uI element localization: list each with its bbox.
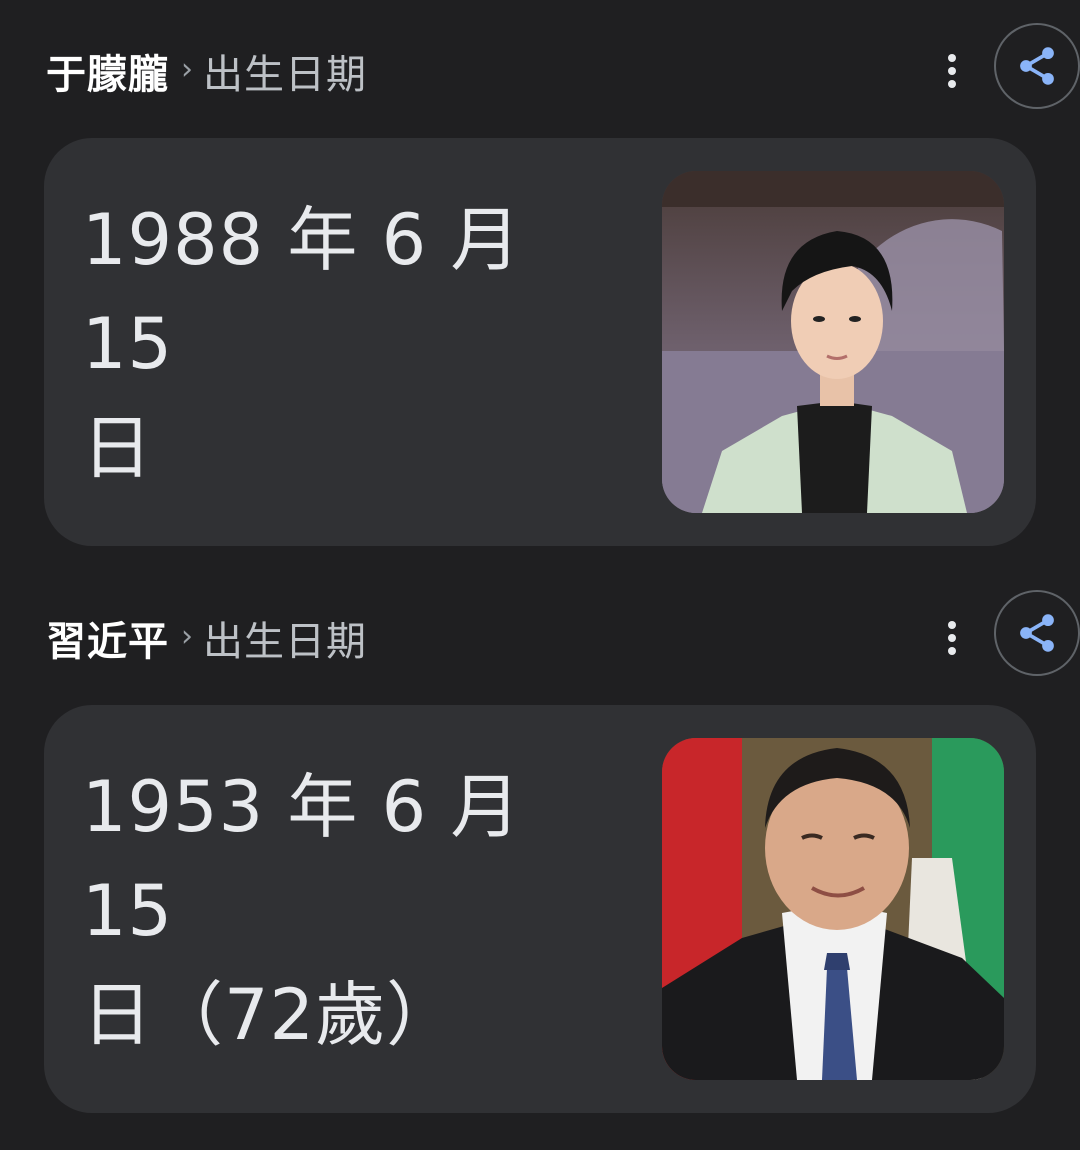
answer-card[interactable]: 1953 年 6 月 15 日（72歲） [44,705,1036,1113]
result-header: 習近平 › 出生日期 [46,590,1080,683]
more-vert-icon [948,621,956,629]
breadcrumb-separator: › [181,618,193,654]
more-vert-icon [948,54,956,62]
share-button[interactable] [994,590,1080,676]
more-options-button[interactable] [934,608,970,668]
breadcrumb-attribute[interactable]: 出生日期 [203,609,367,667]
birth-date-answer: 1988 年 6 月 15 日 [82,188,622,500]
share-button[interactable] [994,23,1080,109]
breadcrumb-entity[interactable]: 于朦朧 [46,42,169,100]
answer-line: 1953 年 6 月 15 [82,766,522,952]
share-icon [1020,614,1054,652]
person-photo[interactable] [662,171,1004,513]
person-photo[interactable] [662,738,1004,1080]
birth-date-answer: 1953 年 6 月 15 日（72歲） [82,755,622,1067]
share-icon [1020,47,1054,85]
more-options-button[interactable] [934,41,970,101]
answer-line: 1988 年 6 月 15 [82,199,522,385]
breadcrumb-attribute[interactable]: 出生日期 [203,42,367,100]
answer-card[interactable]: 1988 年 6 月 15 日 [44,138,1036,546]
answer-line: 日（72歲） [82,974,458,1056]
answer-line: 日 [82,407,153,489]
breadcrumb-separator: › [181,51,193,87]
result-header: 于朦朧 › 出生日期 [46,23,1080,116]
breadcrumb-entity[interactable]: 習近平 [46,609,169,667]
